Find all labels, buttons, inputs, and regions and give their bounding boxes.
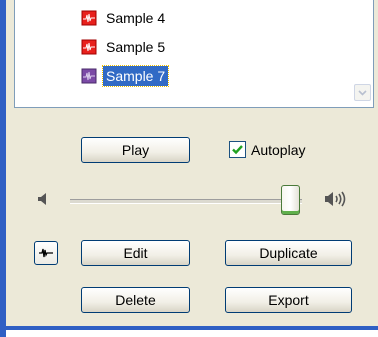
volume-slider-thumb[interactable] — [280, 185, 300, 215]
export-button-label: Export — [268, 292, 309, 308]
play-button[interactable]: Play — [81, 137, 190, 163]
edit-button[interactable]: Edit — [81, 240, 190, 266]
edit-button-label: Edit — [123, 245, 148, 261]
checkmark-icon — [232, 145, 243, 155]
chevron-down-icon — [358, 89, 367, 96]
sample-list[interactable]: Sample 4 Sample 5 Sample 7 — [14, 0, 374, 108]
red-audio-file-icon — [81, 10, 97, 26]
list-item[interactable]: Sample 4 — [81, 7, 168, 29]
purple-audio-file-icon — [81, 68, 97, 84]
duplicate-button[interactable]: Duplicate — [225, 240, 352, 266]
waveform-button[interactable] — [34, 241, 58, 265]
list-item-label-selected: Sample 7 — [101, 65, 170, 87]
play-button-label: Play — [121, 142, 150, 158]
list-item-label: Sample 5 — [106, 39, 166, 55]
export-button[interactable]: Export — [225, 287, 352, 313]
red-audio-file-icon — [81, 39, 97, 55]
list-item[interactable]: Sample 5 — [81, 36, 168, 58]
scroll-down-button[interactable] — [354, 84, 371, 101]
duplicate-button-label: Duplicate — [259, 245, 318, 261]
autoplay-label[interactable]: Autoplay — [251, 140, 305, 160]
delete-button-label: Delete — [115, 292, 156, 308]
list-scrollbar[interactable] — [354, 0, 371, 104]
volume-high-icon — [323, 190, 351, 211]
volume-slider-track[interactable] — [70, 199, 302, 204]
list-item[interactable]: Sample 7 — [81, 65, 170, 87]
window-border-bottom — [0, 326, 378, 330]
delete-button[interactable]: Delete — [81, 287, 190, 313]
autoplay-checkbox[interactable] — [229, 141, 246, 158]
volume-low-icon — [36, 192, 50, 209]
list-item-label: Sample 4 — [106, 10, 166, 26]
waveform-icon — [39, 248, 53, 258]
